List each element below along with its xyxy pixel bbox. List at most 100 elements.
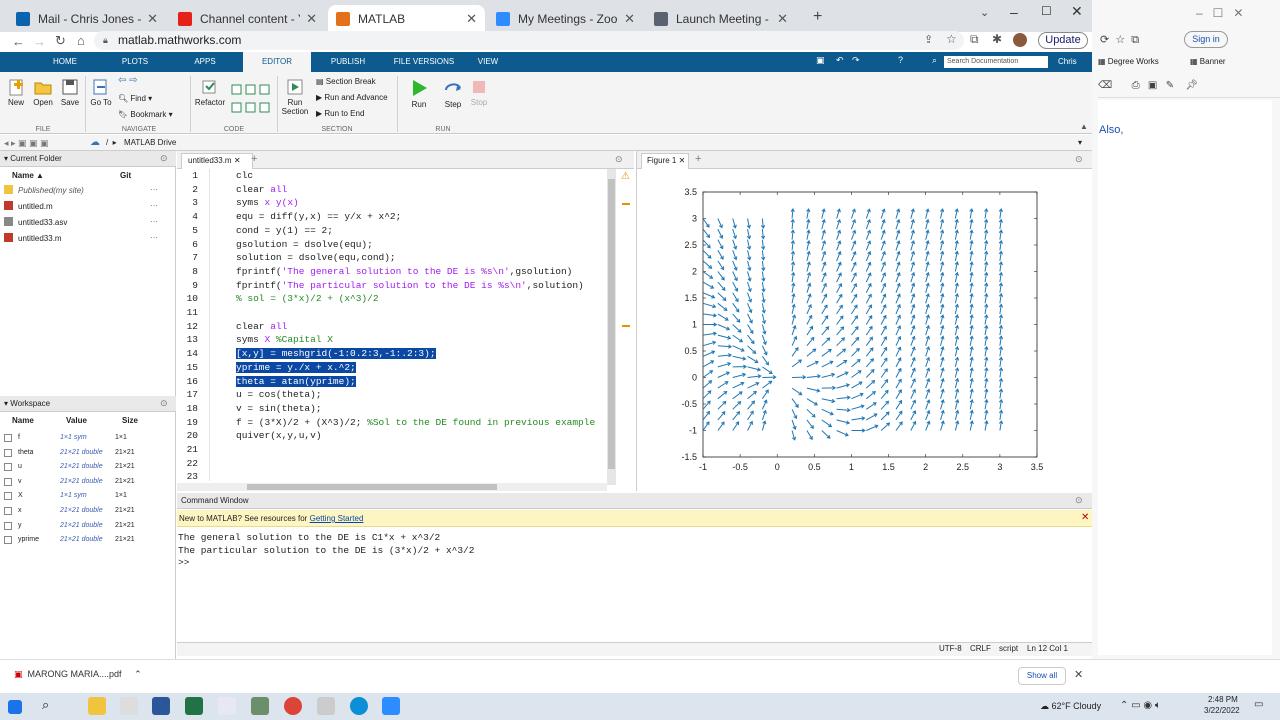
user-menu[interactable]: Chris [1058,57,1077,66]
warning-marker[interactable] [622,325,630,327]
clock-date[interactable]: 3/22/2022 [1204,706,1240,715]
command-menu-icon[interactable]: ⊙ [1075,495,1083,506]
workspace-row[interactable]: y 21×21 double 21×21 [4,521,176,534]
panel-close-icon[interactable]: ⊙ [160,153,168,164]
edge-icon[interactable] [350,697,368,715]
workspace-row[interactable]: theta 21×21 double 21×21 [4,448,176,461]
puzzle-icon[interactable]: ✱ [992,32,1002,46]
weather-widget[interactable]: ☁ 62°F Cloudy [1040,701,1101,712]
undo-icon[interactable]: ↶ [836,55,844,66]
collapse-ribbon-icon[interactable]: ▲ [1080,122,1088,131]
goto-button[interactable]: Go To [88,78,114,107]
save-button[interactable]: Save [58,78,82,107]
bookmark-banner[interactable]: ▦ Banner [1190,57,1226,66]
browser-tab[interactable]: Channel content - YouTube Studio ✕ [170,5,325,32]
workspace-row[interactable]: v 21×21 double 21×21 [4,477,176,490]
refactor-button[interactable]: Refactor [194,78,226,107]
file-explorer-icon[interactable] [88,697,106,715]
download-bar-close-icon[interactable]: ✕ [1074,668,1083,681]
folder-item[interactable]: untitled33.asv ⋯ [4,217,172,227]
editor-hscrollbar[interactable] [177,483,607,491]
more-icon[interactable]: ⋯ [150,217,158,226]
code-tools-icons[interactable] [230,80,274,120]
editor-tab-close-icon[interactable]: ✕ [234,156,241,165]
matlab-tab-publish[interactable]: PUBLISH [320,52,376,72]
code-line[interactable]: quiver(x,y,u,v) [236,430,322,441]
workspace-close-icon[interactable]: ⊙ [160,398,168,409]
ws-col-size[interactable]: Size [122,416,138,425]
word-icon[interactable] [152,697,170,715]
path-nav-icons[interactable]: ◂ ▸ ▣ ▣ ▣ [4,135,49,151]
share-icon[interactable]: ⇪ [924,33,933,46]
url-bar[interactable]: 🔒︎ matlab.mathworks.com [94,31,964,50]
browser-tab[interactable]: My Meetings - Zoom ✕ [488,5,643,32]
code-line[interactable]: solution = dsolve(equ,cond); [236,252,396,263]
code-line[interactable]: cond = y(1) == 2; [236,225,333,236]
back-forward-arrows[interactable]: ⇦ ⇨ [118,75,138,86]
matlab-tab-plots[interactable]: PLOTS [114,52,156,72]
code-line[interactable]: v = sin(theta); [236,403,322,414]
matlab-tab-apps[interactable]: APPS [178,52,232,72]
path-text[interactable]: MATLAB Drive [124,135,176,151]
zoom-icon[interactable] [382,697,400,715]
bookmark-button[interactable]: 🔖︎ Bookmark ▾ [118,110,173,119]
matlab-tab-view[interactable]: VIEW [470,52,506,72]
banner-close-icon[interactable]: ✕ [1081,512,1089,523]
extensions-icon[interactable]: ⧉ [970,32,979,47]
stop-button[interactable]: Stop [466,78,492,107]
chrome-icon[interactable] [284,697,302,715]
download-item[interactable]: ▣ MARONG MARIA....pdf ⌃ [14,669,142,680]
save-quick-icon[interactable]: ▣ [816,55,825,66]
code-line[interactable]: clc [236,170,253,181]
code-line[interactable]: clear all [236,321,287,332]
code-line[interactable]: f = (3*X)/2 + (X^3)/2; %Sol to the DE fo… [236,417,595,428]
window-minimize-button[interactable]: – [1010,4,1018,20]
path-dropdown-icon[interactable]: ▾ [1078,135,1082,151]
more-icon[interactable]: ⋯ [150,185,158,194]
folder-item[interactable]: untitled.m ⋯ [4,201,172,211]
figure-add-tab-icon[interactable]: + [695,153,701,165]
download-menu-icon[interactable]: ⌃ [134,669,142,679]
code-line[interactable]: fprintf('The general solution to the DE … [236,266,572,277]
code-line[interactable]: u = cos(theta); [236,389,322,400]
folder-item[interactable]: Published(my site) ⋯ [4,185,172,195]
run-advance-button[interactable]: ▶ Run and Advance [316,93,388,102]
col-git-header[interactable]: Git [120,171,131,180]
step-button[interactable]: Step [440,78,466,109]
tab-search-icon[interactable]: ⌄ [980,6,989,19]
bg-doc-toolbar[interactable]: ⌫ ⎙ ▣ ✎ 📌︎ [1098,80,1280,98]
notification-icon[interactable]: ▭ [1254,699,1263,710]
code-line[interactable]: gsolution = dsolve(equ); [236,239,373,250]
taskbar-app-icon[interactable] [120,697,138,715]
warning-marker[interactable] [622,203,630,205]
matlab-tab-editor[interactable]: EDITOR [243,52,311,72]
redo-icon[interactable]: ↷ [852,55,860,66]
code-line[interactable]: % sol = (3*x)/2 + (x^3)/2 [236,293,379,304]
tab-close-icon[interactable]: ✕ [624,11,635,27]
update-button[interactable]: Update [1038,32,1088,49]
tab-close-icon[interactable]: ✕ [777,11,788,27]
search-taskbar-icon[interactable]: ⌕ [42,697,49,713]
bookmark-star-icon[interactable]: ☆ [946,32,957,46]
show-all-button[interactable]: Show all [1018,667,1066,685]
clock-time[interactable]: 2:48 PM [1208,695,1238,704]
col-name-header[interactable]: Name ▲ [12,171,44,180]
code-line[interactable]: syms X %Capital X [236,334,333,345]
figure-tab[interactable]: Figure 1 ✕ [641,153,689,169]
tab-close-icon[interactable]: ✕ [306,11,317,27]
workspace-row[interactable]: u 21×21 double 21×21 [4,463,176,475]
folder-item[interactable]: untitled33.m ⋯ [4,233,172,243]
forward-icon[interactable]: → [33,34,46,49]
window-maximize-button[interactable]: ☐ [1041,4,1052,18]
workspace-row[interactable]: X 1×1 sym 1×1 [4,492,176,504]
more-icon[interactable]: ⋯ [150,233,158,242]
sign-in-button[interactable]: Sign in [1184,31,1228,48]
excel-icon[interactable] [185,697,203,715]
getting-started-link[interactable]: Getting Started [310,514,364,523]
find-button[interactable]: 🔍︎ Find ▾ [118,94,152,103]
workspace-row[interactable]: yprime 21×21 double 21×21 [4,536,176,548]
code-line[interactable]: equ = diff(y,x) == y/x + x^2; [236,211,401,222]
browser-tab[interactable]: MATLAB ✕ [328,5,485,32]
tab-close-icon[interactable]: ✕ [466,11,477,27]
code-line[interactable]: [x,y] = meshgrid(-1:0.2:3,-1:.2:3); [236,348,436,360]
